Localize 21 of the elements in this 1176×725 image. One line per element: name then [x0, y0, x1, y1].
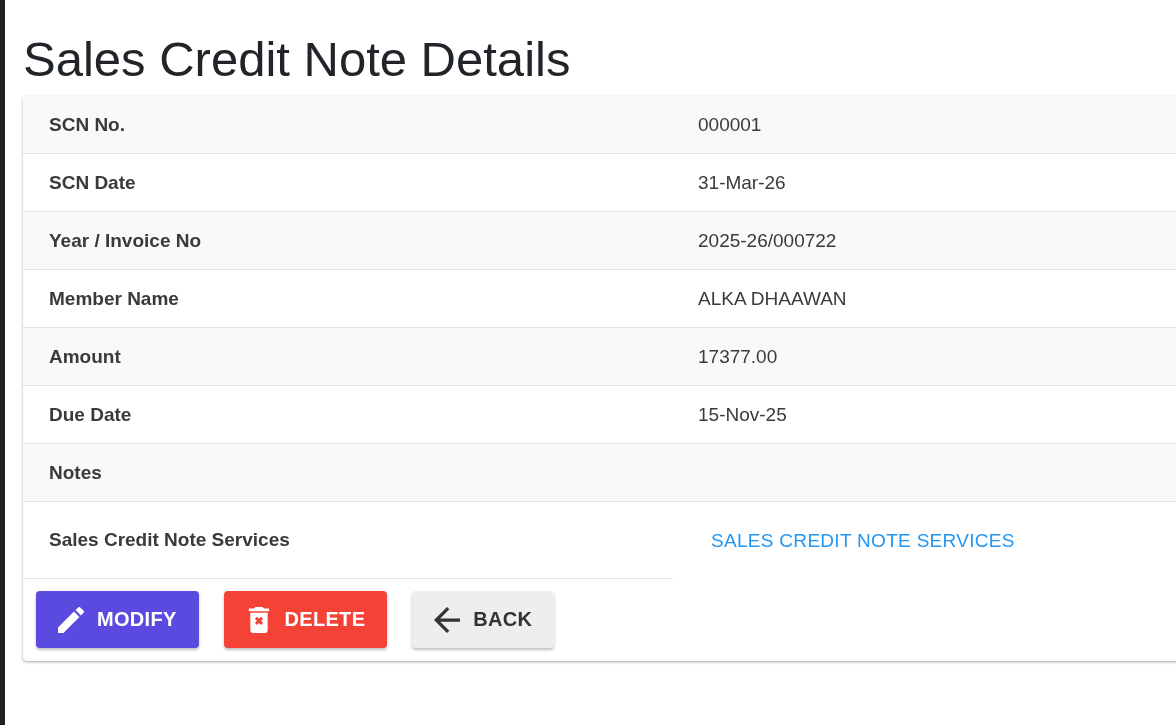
detail-value: 15-Nov-25	[698, 403, 787, 426]
detail-label: Due Date	[49, 403, 132, 426]
detail-label: SCN No.	[49, 113, 125, 136]
back-button[interactable]: BACK	[412, 591, 555, 648]
detail-value: ALKA DHAAWAN	[698, 287, 847, 310]
services-link[interactable]: SALES CREDIT NOTE SERVICES	[711, 529, 1015, 552]
detail-value: 31-Mar-26	[698, 171, 786, 194]
detail-label: Notes	[49, 461, 102, 484]
detail-value: 2025-26/000722	[698, 229, 837, 252]
detail-label: Member Name	[49, 287, 179, 310]
detail-label: Sales Credit Note Services	[49, 529, 290, 551]
detail-value: 000001	[698, 113, 762, 136]
detail-label: Amount	[49, 345, 121, 368]
detail-label: Year / Invoice No	[49, 229, 202, 252]
detail-value: 17377.00	[698, 345, 778, 368]
delete-button[interactable]: DELETE	[223, 591, 388, 648]
detail-label: SCN Date	[49, 171, 136, 194]
page-title: Sales Credit Note Details	[23, 31, 572, 88]
pencil-icon	[58, 606, 84, 633]
modify-button[interactable]: MODIFY	[36, 591, 199, 648]
arrow-left-icon	[434, 606, 461, 633]
